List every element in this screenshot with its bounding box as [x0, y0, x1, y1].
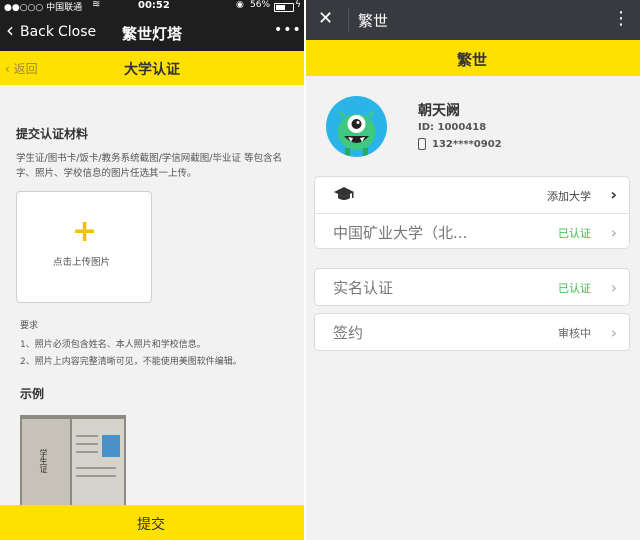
section-header: ‹ 返回 大学认证 — [0, 51, 304, 85]
profile-phone: 132****0902 — [432, 139, 502, 150]
chevron-right-icon: › — [610, 323, 617, 342]
back-chevron-icon[interactable]: ‹ — [6, 20, 14, 40]
realname-row[interactable]: 实名认证 已认证 › — [315, 269, 631, 305]
carrier-text: ●●○○○ 中国联通 — [4, 3, 83, 13]
add-university-row[interactable]: 添加大学 › — [315, 177, 631, 213]
phone-icon — [418, 138, 426, 150]
page-title: 繁世灯塔 — [122, 25, 183, 43]
id-card-cover: 学生证 — [22, 419, 70, 505]
add-university-label: 添加大学 — [547, 190, 591, 203]
avatar[interactable] — [326, 96, 387, 157]
realname-card[interactable]: 实名认证 已认证 › — [314, 268, 630, 306]
chevron-right-icon: › — [610, 278, 617, 297]
section-title: 大学认证 — [124, 62, 180, 78]
wechat-nav-bar: ‹ Back Close 繁世灯塔 ••• — [0, 14, 304, 51]
university-status-badge: 已认证 — [558, 227, 591, 240]
chevron-right-icon: › — [610, 223, 617, 242]
battery-fill — [276, 5, 285, 10]
nav-divider — [348, 8, 349, 32]
clock-text: 00:52 — [138, 0, 170, 11]
more-vert-icon[interactable]: ⋮ — [612, 8, 630, 29]
requirements-title: 要求 — [20, 321, 39, 331]
upload-box[interactable]: + 点击上传图片 — [16, 191, 152, 303]
realname-label: 实名认证 — [333, 279, 394, 297]
nav-title: 繁世 — [358, 12, 389, 30]
right-phone-screen: ✕ 繁世 ⋮ 繁世 朝天阙 ID: 1000418 132****0902 添加… — [306, 0, 640, 540]
more-menu-button[interactable]: ••• — [274, 22, 302, 38]
orientation-lock-icon: ◉ — [236, 0, 244, 10]
id-card-cover-text: 学生证 — [39, 449, 48, 473]
contract-label: 签约 — [333, 324, 364, 342]
back-link-label: 返回 — [13, 62, 38, 76]
battery-percent: 56% — [250, 0, 271, 10]
example-title: 示例 — [20, 387, 45, 401]
plus-icon: + — [72, 214, 98, 249]
close-icon[interactable]: ✕ — [318, 8, 333, 29]
back-link[interactable]: ‹ 返回 — [5, 60, 38, 77]
battery-icon — [274, 3, 294, 12]
submit-label: 提交 — [137, 517, 165, 533]
materials-heading: 提交认证材料 — [16, 127, 89, 141]
university-card: 添加大学 › 中国矿业大学（北... 已认证 › — [314, 176, 630, 249]
realname-status-badge: 已认证 — [558, 282, 591, 295]
contract-row[interactable]: 签约 审核中 › — [315, 314, 631, 350]
id-photo — [102, 435, 120, 457]
app-header: 繁世 — [306, 40, 640, 76]
contract-card[interactable]: 签约 审核中 › — [314, 313, 630, 351]
content-area: 提交认证材料 学生证/图书卡/饭卡/教务系统截图/学信网截图/毕业证 等包含名字… — [0, 85, 304, 507]
example-image: 学生证 — [20, 415, 126, 507]
profile-section: 朝天阙 ID: 1000418 132****0902 — [306, 76, 640, 176]
university-row[interactable]: 中国矿业大学（北... 已认证 › — [315, 214, 631, 250]
profile-name: 朝天阙 — [418, 103, 460, 119]
webview-nav-bar: ✕ 繁世 ⋮ — [306, 0, 640, 40]
left-phone-screen: ●●○○○ 中国联通 ≋ 00:52 ◉ 56% ϟ ‹ Back Close … — [0, 0, 304, 540]
id-card-page — [72, 419, 124, 505]
submit-button[interactable]: 提交 — [0, 505, 304, 540]
back-button[interactable]: Back — [20, 24, 54, 40]
requirement-item: 2、照片上内容完整清晰可见，不能使用美图软件编辑。 — [20, 357, 242, 367]
wifi-icon: ≋ — [92, 0, 101, 10]
requirement-item: 1、照片必须包含姓名、本人照片和学校信息。 — [20, 340, 206, 350]
monster-avatar-icon — [337, 110, 376, 156]
status-bar: ●●○○○ 中国联通 ≋ 00:52 ◉ 56% ϟ — [0, 0, 304, 14]
university-name: 中国矿业大学（北... — [333, 224, 468, 242]
charging-icon: ϟ — [295, 0, 301, 10]
contract-status-badge: 审核中 — [558, 327, 591, 340]
graduation-cap-icon — [334, 187, 354, 200]
materials-description: 学生证/图书卡/饭卡/教务系统截图/学信网截图/毕业证 等包含名字、照片、学校信… — [16, 153, 283, 179]
close-button[interactable]: Close — [58, 24, 96, 40]
app-header-title: 繁世 — [457, 51, 488, 69]
chevron-right-icon: › — [610, 185, 617, 204]
upload-label: 点击上传图片 — [53, 257, 111, 268]
profile-id: ID: 1000418 — [418, 122, 487, 133]
